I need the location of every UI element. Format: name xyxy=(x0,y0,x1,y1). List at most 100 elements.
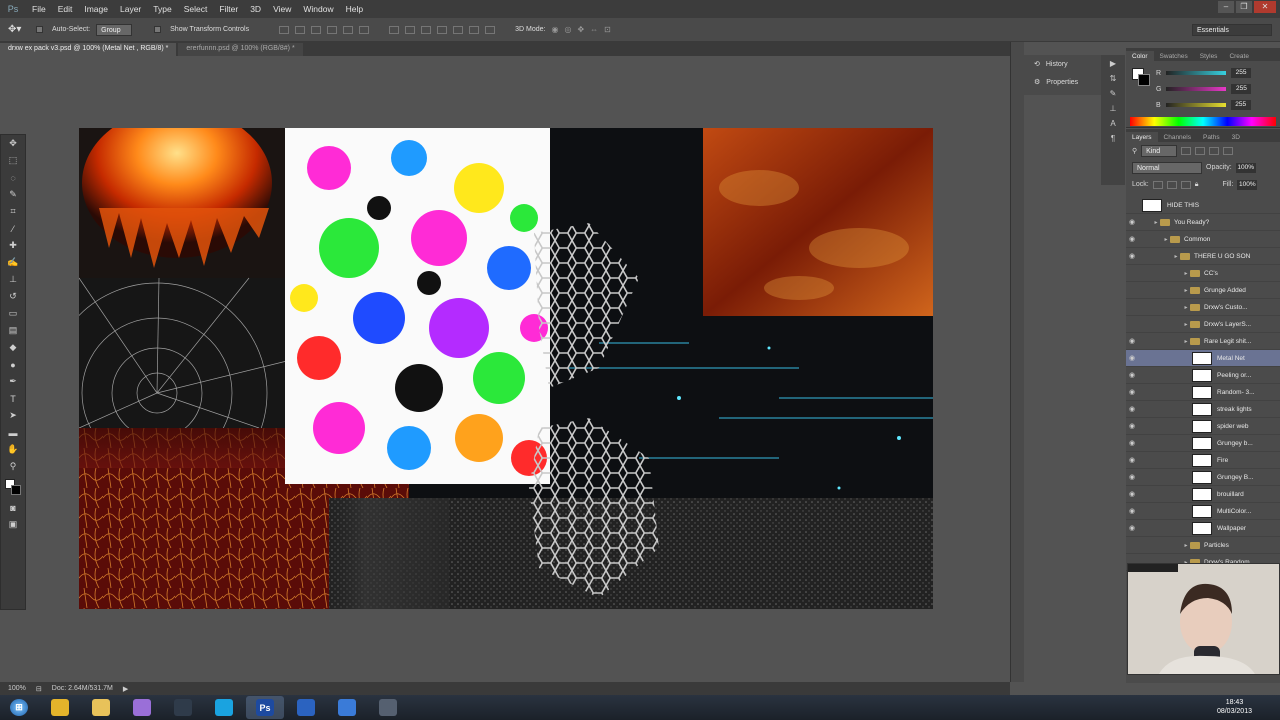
layer-row[interactable]: ▸ Drxw's Custo... xyxy=(1126,299,1280,316)
fill-field[interactable]: 100% xyxy=(1237,179,1258,190)
expand-triangle-icon[interactable]: ▸ xyxy=(1182,321,1190,328)
menu-help[interactable]: Help xyxy=(340,4,369,14)
layer-row[interactable]: ◉ Grungey b... xyxy=(1126,435,1280,452)
minimize-icon[interactable]: – xyxy=(1218,1,1234,13)
layer-row[interactable]: ▸ Particles xyxy=(1126,537,1280,554)
document-canvas[interactable] xyxy=(79,128,933,609)
distribute-bottom-icon[interactable] xyxy=(421,25,432,34)
layer-row[interactable]: ▸ Drxw's LayerS... xyxy=(1126,316,1280,333)
expand-triangle-icon[interactable]: ▸ xyxy=(1182,287,1190,294)
taskbar-button[interactable] xyxy=(164,696,202,719)
lock-position-icon[interactable] xyxy=(1180,180,1191,189)
move-tool-icon[interactable]: ✥ xyxy=(1,135,25,152)
visibility-eye-icon[interactable]: ◉ xyxy=(1126,405,1138,413)
distribute-right-icon[interactable] xyxy=(469,25,480,34)
menu-view[interactable]: View xyxy=(267,4,297,14)
taskbar-button[interactable] xyxy=(287,696,325,719)
taskbar-button[interactable] xyxy=(205,696,243,719)
align-top-icon[interactable] xyxy=(279,25,290,34)
dodge-tool-icon[interactable]: ● xyxy=(1,356,25,373)
visibility-eye-icon[interactable]: ◉ xyxy=(1126,439,1138,447)
tab-paths[interactable]: Paths xyxy=(1197,132,1226,142)
menu-file[interactable]: File xyxy=(26,4,52,14)
taskbar-button[interactable] xyxy=(369,696,407,719)
layer-row[interactable]: ◉ ▸ You Ready? xyxy=(1126,214,1280,231)
taskbar-button[interactable] xyxy=(41,696,79,719)
brush-tool-icon[interactable]: ✍ xyxy=(1,254,25,271)
layer-kind-dropdown[interactable]: Kind xyxy=(1141,144,1178,157)
visibility-eye-icon[interactable]: ◉ xyxy=(1126,235,1138,243)
align-center-icon[interactable] xyxy=(343,25,354,34)
tab-layers[interactable]: Layers xyxy=(1126,132,1158,142)
menu-image[interactable]: Image xyxy=(78,4,114,14)
tab-color[interactable]: Color xyxy=(1126,51,1154,61)
gradient-tool-icon[interactable]: ▤ xyxy=(1,322,25,339)
screen-mode-icon[interactable]: ▣ xyxy=(1,516,25,533)
transform-controls-checkbox[interactable] xyxy=(154,25,164,34)
3d-scale-icon[interactable]: ⊡ xyxy=(604,25,611,34)
blur-tool-icon[interactable]: ◆ xyxy=(1,339,25,356)
align-middle-icon[interactable] xyxy=(295,25,306,34)
lock-all-icon[interactable]: 🔒︎ xyxy=(1195,181,1199,189)
panel-dock-collapse[interactable] xyxy=(1010,42,1024,682)
3d-roll-icon[interactable]: ◎ xyxy=(564,25,571,34)
character-icon[interactable]: A xyxy=(1101,119,1125,128)
healing-brush-tool-icon[interactable]: ✚ xyxy=(1,237,25,254)
color-swatches-icon[interactable] xyxy=(1,475,25,499)
zoom-tool-icon[interactable]: ⚲ xyxy=(1,458,25,475)
channel-slider[interactable] xyxy=(1166,71,1227,75)
visibility-eye-icon[interactable]: ◉ xyxy=(1126,507,1138,515)
document-tab[interactable]: ererfunnn.psd @ 100% (RGB/8#) * xyxy=(178,43,303,56)
clone-source-icon[interactable]: ⊥ xyxy=(1101,104,1125,113)
marquee-tool-icon[interactable]: ⬚ xyxy=(1,152,25,169)
paragraph-icon[interactable]: ¶ xyxy=(1101,134,1125,143)
3d-slide-icon[interactable]: ⇔ xyxy=(590,25,598,34)
layer-row[interactable]: ◉ streak lights xyxy=(1126,401,1280,418)
close-icon[interactable]: ✕ xyxy=(1254,1,1276,13)
align-left-icon[interactable] xyxy=(327,25,338,34)
type-tool-icon[interactable]: T xyxy=(1,390,25,407)
layer-row[interactable]: ◉ ▸ Common xyxy=(1126,231,1280,248)
expand-triangle-icon[interactable]: ▸ xyxy=(1162,236,1170,243)
pen-tool-icon[interactable]: ✒ xyxy=(1,373,25,390)
visibility-eye-icon[interactable]: ◉ xyxy=(1126,473,1138,481)
auto-select-checkbox[interactable] xyxy=(36,25,46,34)
layer-row[interactable]: ▸ Grunge Added xyxy=(1126,282,1280,299)
zoom-level[interactable]: 100% xyxy=(8,685,26,692)
visibility-eye-icon[interactable]: ◉ xyxy=(1126,252,1138,260)
auto-align-icon[interactable] xyxy=(485,25,496,34)
shape-tool-icon[interactable]: ▬ xyxy=(1,424,25,441)
channel-slider[interactable] xyxy=(1166,87,1227,91)
menu-type[interactable]: Type xyxy=(147,4,177,14)
distribute-left-icon[interactable] xyxy=(437,25,448,34)
filter-pixel-icon[interactable] xyxy=(1181,146,1192,155)
lock-transparent-icon[interactable] xyxy=(1152,180,1163,189)
visibility-eye-icon[interactable]: ◉ xyxy=(1126,490,1138,498)
crop-tool-icon[interactable]: ⌗ xyxy=(1,203,25,220)
channel-value[interactable]: 255 xyxy=(1231,84,1252,94)
tab-3d[interactable]: 3D xyxy=(1226,132,1246,142)
taskbar-button[interactable] xyxy=(123,696,161,719)
quick-mask-icon[interactable]: ◙ xyxy=(1,499,25,516)
workspace-switcher[interactable]: Essentials xyxy=(1192,23,1272,36)
filter-type-icon[interactable] xyxy=(1209,146,1220,155)
auto-select-dropdown[interactable]: Group xyxy=(96,23,133,36)
lock-image-icon[interactable] xyxy=(1166,180,1177,189)
layer-row[interactable]: ◉ Wallpaper xyxy=(1126,520,1280,537)
layer-row[interactable]: ◉ ▸ Rare Legit shit... xyxy=(1126,333,1280,350)
menu-3d[interactable]: 3D xyxy=(244,4,267,14)
history-brush-tool-icon[interactable]: ↺ xyxy=(1,288,25,305)
tab-styles[interactable]: Styles xyxy=(1194,51,1224,61)
visibility-eye-icon[interactable]: ◉ xyxy=(1126,354,1138,362)
path-select-tool-icon[interactable]: ➤ xyxy=(1,407,25,424)
move-tool-icon[interactable]: ✥▾ xyxy=(8,24,30,35)
layer-row[interactable]: ◉ spider web xyxy=(1126,418,1280,435)
start-button[interactable]: ⊞ xyxy=(0,696,38,719)
status-arrow-icon[interactable]: ▶ xyxy=(123,685,128,693)
taskbar-button[interactable]: Ps xyxy=(246,696,284,719)
3d-rotate-icon[interactable]: ◉ xyxy=(551,25,558,34)
filter-shape-icon[interactable] xyxy=(1223,146,1234,155)
clone-stamp-tool-icon[interactable]: ⊥ xyxy=(1,271,25,288)
layer-row[interactable]: ◉ Fire xyxy=(1126,452,1280,469)
layer-row[interactable]: ◉ Peeling or... xyxy=(1126,367,1280,384)
